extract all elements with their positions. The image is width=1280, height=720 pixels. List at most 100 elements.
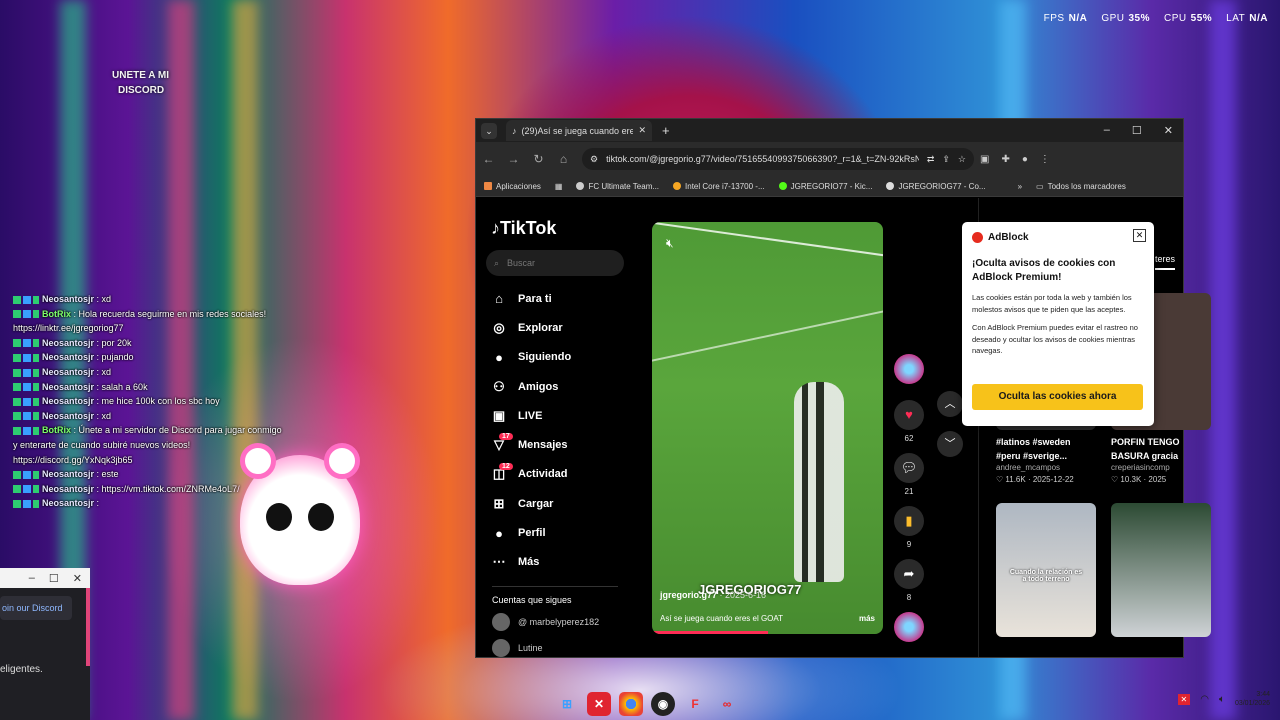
sound-avatar[interactable] [894,612,924,642]
video-author[interactable]: jgregorio.g77 · 2025-6-16 [660,590,766,600]
stream-chat: Neosantosjr : xd BotRix : Hola recuerda s… [13,292,283,511]
avatar [492,639,510,657]
video-player[interactable]: 🔇︎ JGREGORIOG77 jgregorio.g77 · 2025-6-1… [652,222,883,634]
tiktok-logo[interactable]: ♪TikTok [491,218,556,239]
bookmark-star-icon[interactable]: ☆ [958,154,966,165]
hide-cookies-button[interactable]: Oculta las cookies ahora [972,384,1143,410]
chrome-icon[interactable] [619,692,643,716]
reload-icon[interactable]: ↻ [526,152,551,166]
tiktok-sidebar-nav: ⌂ Para ti ◎ Explorar ● Siguiendo ⚇ Amigos ▣ LIVE ▽… [490,284,572,577]
video-progress[interactable] [652,631,768,634]
nav-item-cargar[interactable]: ⊞ Cargar [490,489,571,518]
tab-tiktok[interactable]: ♪ (29)Así se juega cuando eres el ✕ [506,120,652,141]
more-icon: ⋯ [492,554,506,570]
chat-username: Neosantosjr [42,381,95,392]
close-icon[interactable]: ✕ [73,572,82,585]
translate-icon[interactable]: ⇄ [927,154,935,165]
search-icon: ⌕ [494,257,500,268]
mute-icon[interactable]: 🔇︎ [666,236,674,251]
new-tab-button[interactable]: + [662,123,670,138]
site-info-icon[interactable]: ⚙ [590,154,598,165]
video-card[interactable]: Cuando la relación es a todo terreno [996,503,1096,637]
nav-item-mensajes[interactable]: ▽ 17 Mensajes [490,430,571,459]
share-icon[interactable]: ➦ [894,559,924,589]
followed-account[interactable]: Lutine [492,639,618,657]
cpu-readout: CPU 55% [1164,13,1213,24]
search-input[interactable]: ⌕ Buscar [486,250,624,276]
maximize-icon[interactable]: ☐ [49,572,59,585]
bookmark-apps[interactable]: Aplicaciones [484,182,541,191]
avatar [492,613,510,631]
nav-item-amigos[interactable]: ⚇ Amigos [490,372,571,401]
all-bookmarks-folder[interactable]: ▭ Todos los marcadores [1036,182,1126,191]
tab-interests[interactable]: teres [1155,254,1176,270]
xsplit-tray-icon[interactable]: ✕ [1177,693,1191,705]
chat-badges-icon [13,368,39,377]
chat-badges-icon [13,485,39,494]
forward-icon[interactable]: → [501,152,526,166]
like-icon[interactable]: ♥ [894,400,924,430]
nav-item-explorar[interactable]: ◎ Explorar [490,313,571,342]
windows-start-icon[interactable]: ⊞ [555,692,579,716]
profile-avatar[interactable]: ● [1022,154,1028,165]
share-icon[interactable]: ⇪ [942,154,950,165]
nav-item-más[interactable]: ⋯ Más [490,548,571,577]
menu-icon[interactable]: ⋮ [1040,154,1050,165]
close-icon[interactable]: ✕ [1133,229,1146,242]
minimize-icon[interactable]: – [1104,124,1110,137]
bookmark-intel[interactable]: Intel Core i7-13700 -... [673,182,765,191]
cc-icon[interactable]: ∞ [715,692,739,716]
video-card-info[interactable]: #latinos #sweden #peru #sverige... andre… [996,432,1096,484]
chat-badges-icon [13,310,39,319]
volume-icon[interactable]: 🔈︎ [1219,694,1225,705]
nav-item-para-ti[interactable]: ⌂ Para ti [490,284,571,313]
nav-label: Cargar [518,497,554,510]
more-link[interactable]: más [859,614,875,623]
join-discord-button[interactable]: oin our Discord [0,596,72,620]
chat-badges-icon [13,470,39,479]
nav-item-actividad[interactable]: ◫ 12 Actividad [490,460,571,489]
bookmark-kick[interactable]: JGREGORIO77 - Kic... [778,182,872,191]
nav-item-live[interactable]: ▣ LIVE [490,401,571,430]
chevron-up-icon[interactable]: ︿ [937,391,963,417]
chat-badges-icon [13,354,39,362]
nav-item-perfil[interactable]: ● Perfil [490,518,571,547]
chat-message: Neosantosjr : xd [13,292,283,307]
chat-username: Neosantosjr [42,366,95,377]
creator-avatar[interactable] [894,354,924,384]
upload-icon: ⊞ [493,495,505,511]
close-icon[interactable]: ✕ [1164,124,1173,137]
clock[interactable]: 3:44 03/01/2026 [1235,690,1270,708]
address-bar[interactable]: ⚙ tiktok.com/@jgregorio.g77/video/751655… [582,148,974,170]
extensions-icon[interactable]: ✚ [1001,154,1009,165]
chat-message: Neosantosjr : xd [13,409,283,424]
close-tab-icon[interactable]: ✕ [638,125,646,136]
grid-icon[interactable]: ▦ [555,182,563,191]
bookmark-icon[interactable]: ▮ [894,506,924,536]
fl-studio-icon[interactable]: F [683,692,707,716]
video-card[interactable] [1111,503,1211,637]
screenshot-icon[interactable]: ▣ [980,154,989,165]
bookmark-jgregorio[interactable]: JGREGORIOG77 - Co... [886,182,986,191]
maximize-icon[interactable]: ☐ [1132,124,1142,137]
back-icon[interactable]: ← [476,152,501,166]
chat-badges-icon [13,499,39,508]
xsplit-icon[interactable]: ✕ [587,692,611,716]
wifi-icon[interactable]: ◠ [1200,694,1209,705]
live-icon: ▣ [492,407,506,423]
video-card-info[interactable]: PORFIN TENGO BASURA gracia creperiasinco… [1111,432,1211,484]
nav-item-siguiendo[interactable]: ● Siguiendo [490,343,571,372]
followed-account[interactable]: @ marbelyperez182 [492,613,618,631]
tab-search-button[interactable]: ⌄ [481,122,497,139]
notification-badge: 12 [499,462,513,470]
chevron-down-icon[interactable]: ﹀ [937,431,963,457]
comment-icon[interactable]: 💬︎ [894,453,924,483]
chat-username: Neosantosjr [42,469,95,480]
obs-icon[interactable]: ◉ [651,692,675,716]
more-bookmarks-icon[interactable]: » [1018,182,1022,191]
home-icon[interactable]: ⌂ [551,152,576,166]
minimize-icon[interactable]: – [29,572,35,584]
bookmark-fc[interactable]: FC Ultimate Team... [576,182,659,191]
nav-label: Amigos [518,380,559,393]
chat-username: Neosantosjr [42,294,95,304]
